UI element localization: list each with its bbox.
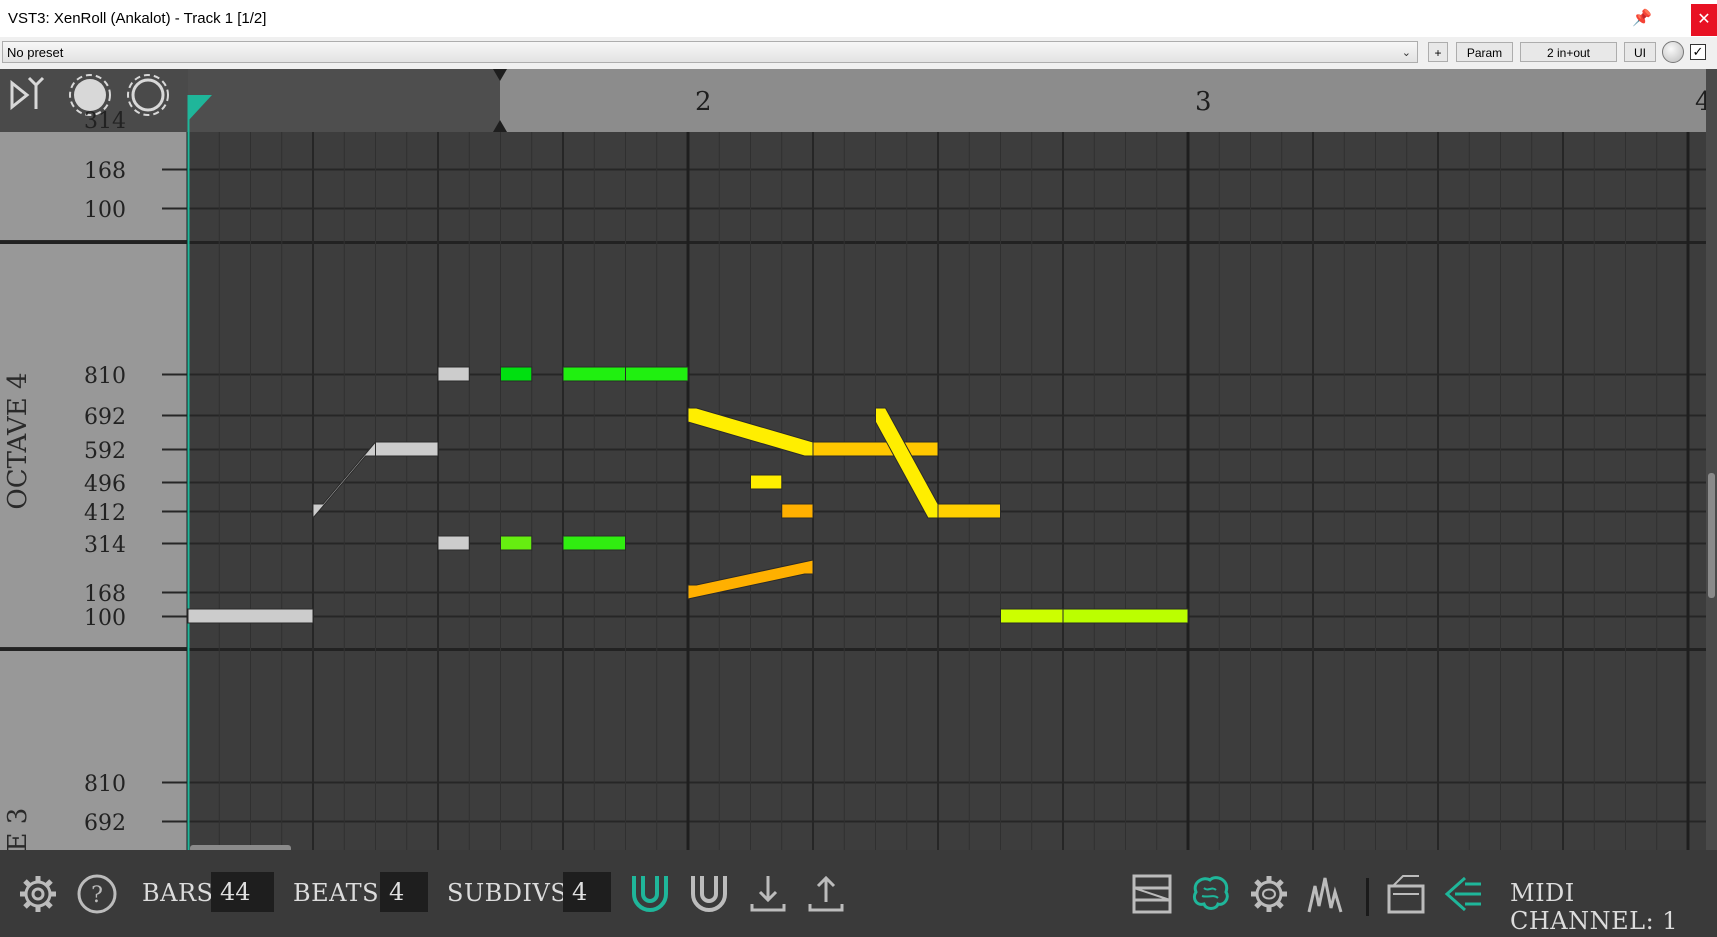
spectrum-icon[interactable] bbox=[1305, 872, 1349, 916]
note-block[interactable] bbox=[437, 366, 470, 382]
note-block[interactable] bbox=[1000, 608, 1064, 624]
wet-knob[interactable] bbox=[1662, 41, 1684, 63]
note-block[interactable] bbox=[500, 535, 533, 551]
note-block[interactable] bbox=[937, 503, 1001, 519]
note-block[interactable] bbox=[187, 608, 314, 624]
ruler-loop-region[interactable] bbox=[188, 69, 500, 132]
pitch-label: 314 bbox=[84, 109, 126, 134]
note-block[interactable] bbox=[437, 535, 470, 551]
note-block[interactable] bbox=[625, 366, 689, 382]
note-block[interactable] bbox=[562, 366, 626, 382]
note-block[interactable] bbox=[500, 366, 533, 382]
pitch-label: 692 bbox=[84, 405, 126, 430]
settings-gear-icon[interactable] bbox=[16, 872, 60, 916]
octave-3-label: VE 3 bbox=[3, 808, 33, 850]
subdivs-input[interactable]: 4 bbox=[563, 872, 611, 912]
timeline-ruler[interactable] bbox=[500, 69, 1706, 132]
pitch-label: 810 bbox=[84, 772, 126, 797]
window-stack-icon[interactable] bbox=[1383, 872, 1427, 916]
add-button[interactable]: + bbox=[1428, 42, 1448, 62]
note-block[interactable] bbox=[1062, 608, 1189, 624]
import-icon[interactable] bbox=[746, 872, 790, 916]
note-block[interactable] bbox=[562, 535, 626, 551]
bar-number-label: 3 bbox=[1195, 87, 1212, 117]
note-block[interactable] bbox=[781, 503, 814, 519]
svg-text:?: ? bbox=[91, 883, 103, 908]
note-layers-icon[interactable] bbox=[1130, 872, 1174, 916]
pitch-label: 592 bbox=[84, 439, 126, 464]
param-button[interactable]: Param bbox=[1456, 42, 1513, 62]
octave-4-label: OCTAVE 4 bbox=[3, 372, 33, 509]
pitch-label: 314 bbox=[84, 533, 126, 558]
preset-value: No preset bbox=[7, 45, 64, 60]
midi-channel-label[interactable]: MIDI CHANNEL: 1 bbox=[1510, 879, 1717, 935]
pitch-label: 496 bbox=[84, 472, 126, 497]
snap-magnet-icon[interactable] bbox=[628, 872, 672, 916]
toolbar-divider bbox=[1366, 878, 1369, 916]
bars-label: BARS bbox=[142, 879, 214, 907]
help-icon[interactable]: ? bbox=[75, 872, 119, 916]
export-icon[interactable] bbox=[804, 872, 848, 916]
ui-button[interactable]: UI bbox=[1624, 42, 1656, 62]
note-block[interactable] bbox=[812, 441, 939, 457]
brain-settings-icon[interactable] bbox=[1247, 872, 1291, 916]
window-title: VST3: XenRoll (Ankalot) - Track 1 [1/2] bbox=[8, 10, 267, 27]
beats-input[interactable]: 4 bbox=[380, 872, 428, 912]
v-scroll-track bbox=[1706, 69, 1717, 850]
pin-icon[interactable]: 📌 bbox=[1632, 8, 1652, 28]
note-block[interactable] bbox=[375, 441, 439, 457]
octave-boundary bbox=[0, 241, 1706, 244]
piano-roll[interactable]: 234 314168100810692592496412314168100810… bbox=[0, 69, 1717, 850]
chevron-down-icon: ⌄ bbox=[1401, 47, 1411, 59]
tuning-icon[interactable] bbox=[1441, 872, 1485, 916]
bar-number-label: 2 bbox=[695, 87, 712, 117]
subdivs-label: SUBDIVS bbox=[447, 879, 568, 907]
pitch-label: 810 bbox=[84, 364, 126, 389]
v-scrollbar-thumb[interactable] bbox=[1708, 473, 1715, 598]
window-titlebar: VST3: XenRoll (Ankalot) - Track 1 [1/2] … bbox=[0, 0, 1717, 37]
xenroll-editor: 234 314 168 100 810 692 592 496 412 314 168 100 810… bbox=[0, 69, 1717, 937]
note-block[interactable] bbox=[750, 474, 783, 490]
snap-pitch-magnet-icon[interactable] bbox=[687, 872, 731, 916]
io-button[interactable]: 2 in+out bbox=[1520, 42, 1617, 62]
pitch-label: 168 bbox=[84, 159, 126, 184]
bars-input[interactable]: 44 bbox=[211, 872, 274, 912]
brain-icon[interactable] bbox=[1188, 872, 1232, 916]
beats-label: BEATS bbox=[293, 879, 380, 907]
close-button[interactable]: ✕ bbox=[1691, 4, 1717, 36]
preset-select[interactable]: No preset ⌄ bbox=[2, 41, 1418, 63]
pitch-label: 412 bbox=[84, 501, 126, 526]
pitch-label: 100 bbox=[84, 198, 126, 223]
bottom-controls: ? BARS 44 BEATS 4 SUBDIVS 4 MIDI CHANNEL… bbox=[0, 850, 1717, 937]
pitch-label: 692 bbox=[84, 811, 126, 836]
bypass-checkbox[interactable]: ✓ bbox=[1690, 44, 1706, 60]
pitch-label: 100 bbox=[84, 606, 126, 631]
pitch-label: 168 bbox=[84, 582, 126, 607]
host-toolbar: No preset ⌄ + Param 2 in+out UI ✓ bbox=[0, 37, 1717, 69]
note-grid[interactable] bbox=[188, 132, 1706, 850]
octave-boundary bbox=[0, 648, 1706, 651]
